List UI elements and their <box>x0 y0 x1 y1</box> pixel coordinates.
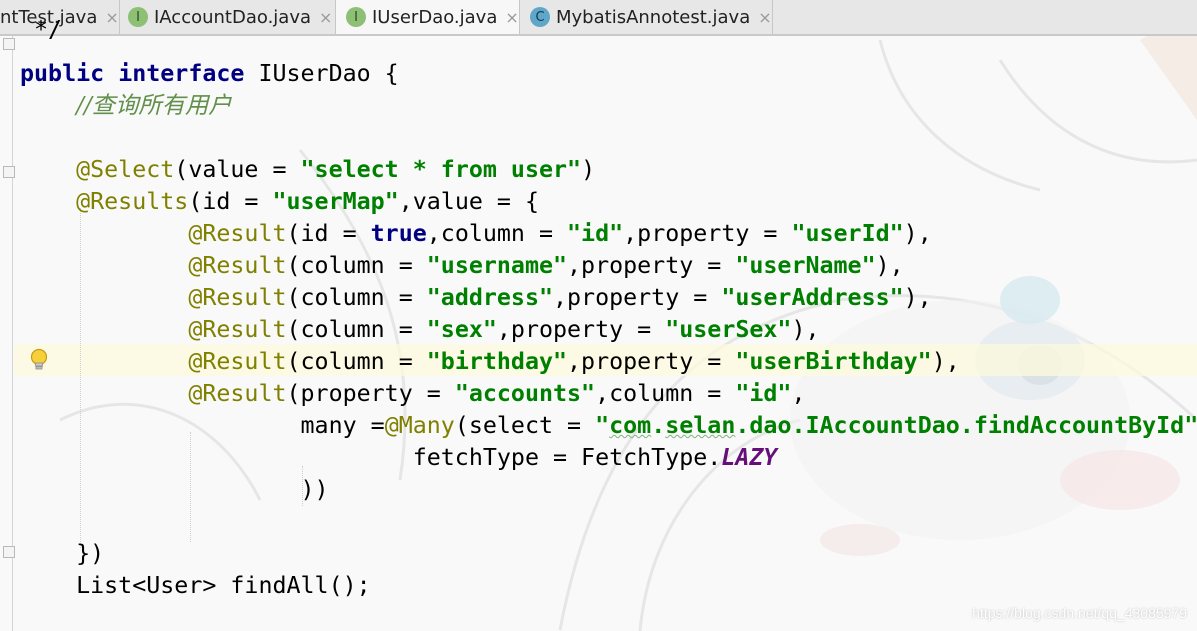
code-editor[interactable]: */ public interface IUserDao { //查询所有用户 … <box>0 16 1197 631</box>
close-icon[interactable]: × <box>105 8 118 27</box>
gutter-divider <box>12 36 13 631</box>
tab-label: MybatisAnnotest.java <box>556 6 751 28</box>
code-line: fetchType = FetchType.LAZY <box>412 444 778 471</box>
code-line: @Select(value = "select * from user") <box>76 156 596 183</box>
code-comment: //查询所有用户 <box>76 92 232 119</box>
code-line: @Result(column = "sex",property = "userS… <box>188 316 820 343</box>
code-line: @Result(id = true,column = "id",property… <box>188 220 932 247</box>
code-line: many =@Many(select = "com.selan.dao.IAcc… <box>300 412 1197 439</box>
fold-marker-icon[interactable] <box>3 38 15 50</box>
code-line: List<User> findAll(); <box>76 572 371 599</box>
tab-iuserdao[interactable]: I IUserDao.java × <box>336 0 520 34</box>
tab-iaccountdao[interactable]: I IAccountDao.java × <box>120 0 336 34</box>
code-line: public interface IUserDao { <box>20 60 399 87</box>
interface-icon: I <box>128 7 148 27</box>
code-line: }) <box>76 540 105 567</box>
tab-mybatis-annotest[interactable]: C MybatisAnnotest.java × <box>520 0 773 34</box>
code-line: @Results(id = "userMap",value = { <box>76 188 539 215</box>
code-line: @Result(column = "birthday",property = "… <box>188 348 960 375</box>
interface-icon: I <box>346 7 366 27</box>
code-line: )) <box>300 476 329 503</box>
close-icon[interactable]: × <box>758 8 771 27</box>
code-line: */ <box>34 16 63 43</box>
watermark-text: https://blog.csdn.net/qq_43085979 <box>972 605 1187 621</box>
close-icon[interactable]: × <box>319 8 332 27</box>
code-line: @Result(column = "username",property = "… <box>188 252 904 279</box>
code-line: //查询所有用户 <box>20 90 232 122</box>
fold-marker-icon[interactable] <box>3 546 15 558</box>
code-line: @Result(column = "address",property = "u… <box>188 284 932 311</box>
code-line: @Result(property = "accounts",column = "… <box>188 380 806 407</box>
tab-label: IUserDao.java <box>372 6 498 28</box>
fold-marker-icon[interactable] <box>3 166 15 178</box>
close-icon[interactable]: × <box>505 8 518 27</box>
tab-label: IAccountDao.java <box>154 6 312 28</box>
class-icon: C <box>530 7 550 27</box>
editor-tab-bar: ntTest.java × I IAccountDao.java × I IUs… <box>0 0 1197 36</box>
